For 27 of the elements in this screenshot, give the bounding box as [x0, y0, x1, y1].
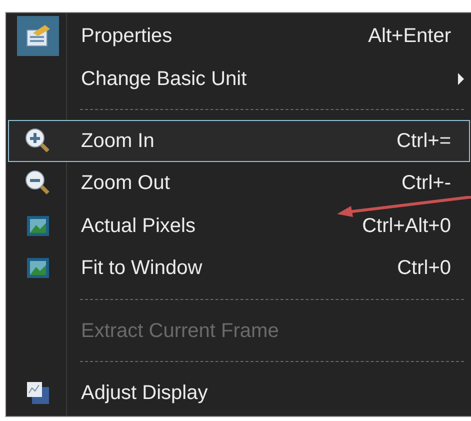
shortcut-text: Ctrl+- — [402, 171, 451, 196]
menu-item[interactable]: Zoom In Ctrl+= — [8, 120, 470, 162]
menu-item[interactable]: Adjust Display — [8, 372, 470, 414]
item-label: Zoom Out — [81, 171, 170, 196]
shortcut-text: Ctrl+= — [396, 128, 451, 154]
menu-item[interactable]: Change Basic Unit — [8, 57, 470, 100]
shortcut-text: Ctrl+0 — [397, 256, 451, 282]
item-label: Extract Current Frame — [81, 318, 279, 344]
zoom-out-icon — [25, 170, 51, 196]
zoom-in-icon — [25, 128, 51, 154]
submenu-arrow-icon — [457, 72, 465, 85]
display-icon — [26, 380, 50, 405]
item-label: Actual Pixels — [81, 214, 196, 239]
shortcut-text: Ctrl+Alt+0 — [362, 214, 451, 239]
shortcut-text: Alt+Enter — [368, 24, 451, 50]
properties-icon — [17, 16, 59, 56]
menu-item[interactable]: Fit to Window Ctrl+0 — [8, 247, 470, 290]
item-label: Adjust Display — [81, 380, 208, 406]
item-label: Properties — [81, 24, 172, 50]
menu-item[interactable]: Zoom Out Ctrl+- — [8, 162, 470, 205]
picture-icon — [26, 214, 50, 237]
menu-item[interactable]: Actual Pixels Ctrl+Alt+0 — [8, 204, 470, 248]
item-label: Zoom In — [81, 128, 154, 154]
picture-icon — [26, 257, 50, 280]
menu-item[interactable]: Properties Alt+Enter — [8, 15, 470, 58]
item-label: Fit to Window — [81, 256, 202, 282]
item-label: Change Basic Unit — [81, 66, 247, 92]
